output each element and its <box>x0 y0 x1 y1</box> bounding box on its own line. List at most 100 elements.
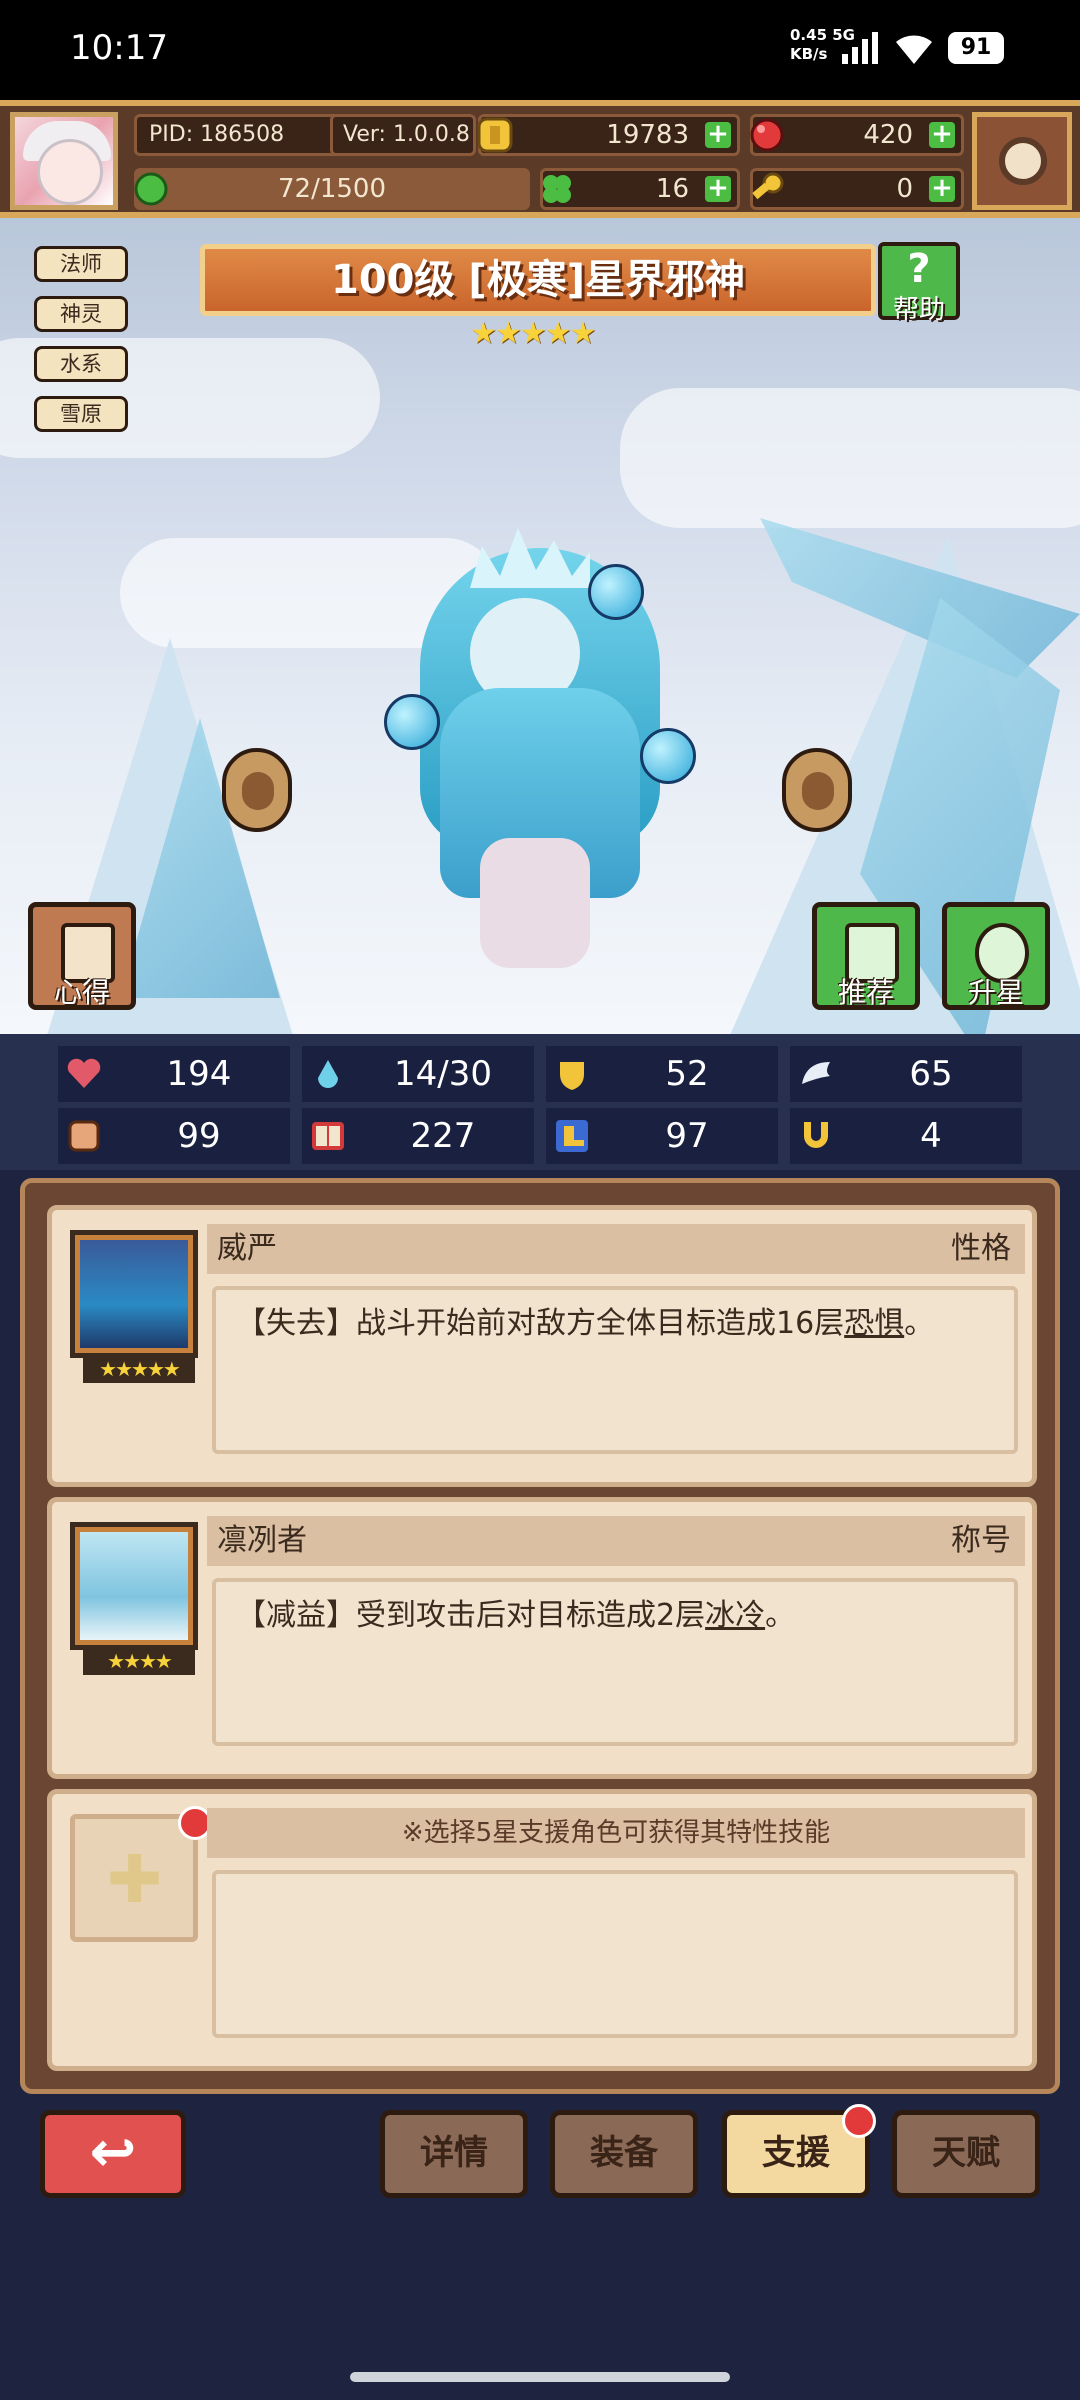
trait-name: 凛冽者 <box>217 1523 307 1558</box>
red-gem-icon <box>750 118 784 152</box>
support-hint: ※选择5星支援角色可获得其特性技能 <box>207 1808 1025 1858</box>
stat-speed: 97 <box>546 1108 778 1164</box>
hero-legs <box>480 838 590 968</box>
add-support-slot[interactable]: ✚ <box>70 1814 198 1942</box>
back-button[interactable]: ↩ <box>40 2110 186 2198</box>
add-gem-button[interactable]: + <box>929 121 955 148</box>
settings-button[interactable] <box>972 112 1072 210</box>
clover-value: 16 <box>655 174 689 204</box>
stat-agility: 65 <box>790 1046 1022 1102</box>
recommend-label: 推荐 <box>837 976 894 1009</box>
next-hero-button[interactable] <box>782 748 852 832</box>
portrait-stars: ★★★★★ <box>83 1355 195 1383</box>
add-key-button[interactable]: + <box>929 175 955 202</box>
card-header: 威严 性格 <box>207 1224 1025 1274</box>
gold-value: 19783 <box>606 120 689 150</box>
trait-type: 性格 <box>951 1231 1011 1266</box>
home-indicator[interactable] <box>350 2372 730 2382</box>
portrait-stars: ★★★★ <box>83 1647 195 1675</box>
star-up-label: 升星 <box>967 976 1024 1009</box>
hero-title: 100级 [极寒]星界邪神 <box>200 244 876 316</box>
gear-icon <box>999 137 1047 185</box>
ice-orb-icon <box>588 564 644 620</box>
player-id: PID: 186508 <box>134 114 342 156</box>
question-icon: ? <box>907 246 931 292</box>
experience-bar: 72/1500 <box>134 168 530 210</box>
trait-name: 威严 <box>217 1231 277 1266</box>
star-up-button[interactable]: 升星 <box>942 902 1050 1010</box>
trait-description: 【失去】战斗开始前对敌方全体目标造成16层恐惧。 <box>212 1286 1018 1454</box>
add-clover-button[interactable]: + <box>705 175 731 202</box>
keyword-link[interactable]: 恐惧 <box>844 1306 904 1341</box>
clover-counter: 16 + <box>540 168 740 210</box>
support-portrait[interactable]: ★★★★ <box>70 1522 198 1675</box>
stat-defense: 52 <box>546 1046 778 1102</box>
element-tag: 水系 <box>34 346 128 382</box>
cloud-decoration <box>620 388 1080 528</box>
plus-icon: ✚ <box>107 1841 163 1918</box>
boot-icon <box>556 1120 588 1152</box>
tab-talent[interactable]: 天赋 <box>892 2110 1040 2198</box>
status-time: 10:17 <box>70 28 168 68</box>
experience-value: 72/1500 <box>277 174 386 204</box>
support-card-personality[interactable]: ★★★★★ 威严 性格 【失去】战斗开始前对敌方全体目标造成16层恐惧。 <box>47 1205 1037 1487</box>
fist-icon <box>68 1120 100 1152</box>
left-arrow-icon <box>242 772 274 810</box>
card-header: 凛冽者 称号 <box>207 1516 1025 1566</box>
keyword-link[interactable]: 冰冷 <box>705 1598 765 1633</box>
notification-dot <box>842 2104 876 2138</box>
stat-attack: 99 <box>58 1108 290 1164</box>
player-avatar[interactable] <box>10 112 118 210</box>
trait-type: 称号 <box>951 1523 1011 1558</box>
support-portrait[interactable]: ★★★★★ <box>70 1230 198 1383</box>
heart-icon <box>67 1058 101 1088</box>
game-version: Ver: 1.0.0.8 <box>330 114 476 156</box>
hero-star-rating: ★★★★★ <box>470 316 596 351</box>
class-tag: 法师 <box>34 246 128 282</box>
stat-hp: 194 <box>58 1046 290 1102</box>
wing-icon <box>802 1062 830 1084</box>
key-counter: 0 + <box>750 168 964 210</box>
stat-mana: 14/30 <box>302 1046 534 1102</box>
tab-equipment[interactable]: 装备 <box>550 2110 698 2198</box>
help-button[interactable]: ? 帮助 <box>878 242 960 325</box>
add-gold-button[interactable]: + <box>705 121 731 148</box>
support-card-empty[interactable]: ✚ ※选择5星支援角色可获得其特性技能 <box>47 1789 1037 2071</box>
race-tag: 神灵 <box>34 296 128 332</box>
ice-orb-icon <box>384 694 440 750</box>
insight-label: 心得 <box>53 976 110 1009</box>
stat-magic: 227 <box>302 1108 534 1164</box>
stats-panel: 194 14/30 52 65 99 227 97 4 <box>0 1034 1080 1170</box>
stat-luck: 4 <box>790 1108 1022 1164</box>
gold-coin-icon <box>477 117 513 153</box>
key-icon <box>752 172 784 200</box>
terrain-tag: 雪原 <box>34 396 128 432</box>
prev-hero-button[interactable] <box>222 748 292 832</box>
hero-scene: 法师 神灵 水系 雪原 100级 [极寒]星界邪神 ★★★★★ ? 帮助 心得 … <box>0 218 1080 1034</box>
ice-orb-icon <box>640 728 696 784</box>
empty-description <box>212 1870 1018 2038</box>
avatar-face <box>37 139 103 205</box>
tab-details[interactable]: 详情 <box>380 2110 528 2198</box>
gem-counter: 420 + <box>750 114 964 156</box>
signal-icon <box>842 32 878 64</box>
spellbook-icon <box>312 1122 344 1150</box>
help-label: 帮助 <box>892 295 945 325</box>
water-drop-icon <box>318 1060 338 1088</box>
support-panel: ★★★★★ 威严 性格 【失去】战斗开始前对敌方全体目标造成16层恐惧。 ★★★… <box>20 1178 1060 2094</box>
shield-icon <box>560 1062 584 1090</box>
trait-description: 【减益】受到攻击后对目标造成2层冰冷。 <box>212 1578 1018 1746</box>
back-arrow-icon: ↩ <box>89 2120 137 2185</box>
resource-bar: PID: 186508 Ver: 1.0.0.8 19783 + 420 + 7… <box>0 100 1080 218</box>
support-card-title[interactable]: ★★★★ 凛冽者 称号 【减益】受到攻击后对目标造成2层冰冷。 <box>47 1497 1037 1779</box>
portrait-image <box>80 1532 188 1640</box>
recommend-button[interactable]: 推荐 <box>812 902 920 1010</box>
key-value: 0 <box>896 174 913 204</box>
status-bar: 10:17 0.45 5G KB/s 91 <box>0 0 1080 100</box>
gem-value: 420 <box>863 120 913 150</box>
wifi-icon <box>896 35 932 64</box>
horseshoe-icon <box>804 1122 828 1148</box>
gold-counter: 19783 + <box>477 114 740 156</box>
insight-button[interactable]: 心得 <box>28 902 136 1010</box>
clover-icon <box>543 175 571 203</box>
